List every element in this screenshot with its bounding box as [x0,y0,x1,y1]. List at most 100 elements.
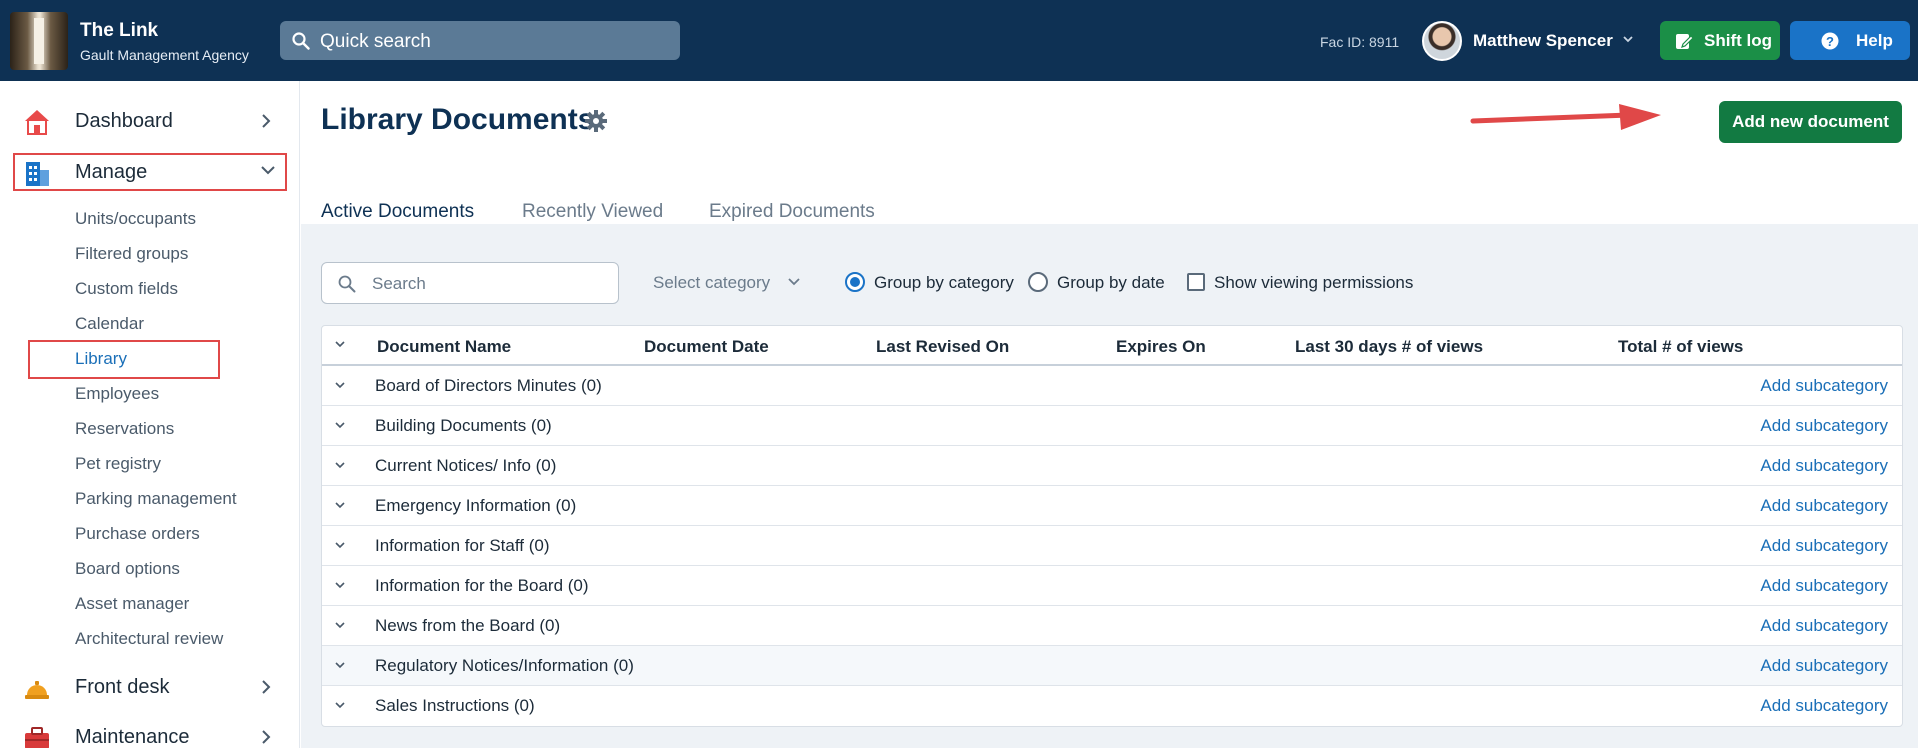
table-row[interactable]: Information for the Board (0) Add subcat… [322,566,1902,606]
add-new-document-button[interactable]: Add new document [1719,101,1902,143]
group-by-category-radio[interactable] [845,272,865,292]
category-name: Information for Staff (0) [375,536,550,555]
sidebar-item-label: Dashboard [75,110,173,132]
sidebar-subitem-pet-registry[interactable]: Pet registry [75,454,161,474]
sidebar-subitem-calendar[interactable]: Calendar [75,314,144,334]
chevron-down-icon[interactable] [334,621,346,631]
highlight-box-manage [13,153,287,191]
category-name: Current Notices/ Info (0) [375,456,557,475]
table-row[interactable]: Information for Staff (0) Add subcategor… [322,526,1902,566]
sidebar-item-label: Maintenance [75,726,190,748]
sidebar-subitem-custom-fields[interactable]: Custom fields [75,279,178,299]
category-select[interactable]: Select category [653,273,770,293]
search-icon [338,275,356,293]
add-subcategory-link[interactable]: Add subcategory [1760,496,1888,516]
sidebar-subitem-employees[interactable]: Employees [75,384,159,404]
chevron-down-icon[interactable] [334,581,346,591]
category-name: Regulatory Notices/Information (0) [375,656,634,675]
chevron-down-icon[interactable] [334,381,346,391]
table-row[interactable]: Building Documents (0) Add subcategory [322,406,1902,446]
group-by-date-label[interactable]: Group by date [1057,273,1165,293]
chevron-down-icon[interactable] [334,501,346,511]
sidebar-item-dashboard[interactable]: Dashboard [0,99,300,143]
sidebar-subitem-architectural-review[interactable]: Architectural review [75,629,223,649]
sidebar-subitem-asset-manager[interactable]: Asset manager [75,594,189,614]
chevron-down-icon[interactable] [334,661,346,671]
chevron-down-icon[interactable] [787,277,801,287]
category-name: Building Documents (0) [375,416,552,435]
facility-id: Fac ID: 8911 [1320,34,1400,50]
help-label: Help [1856,31,1893,50]
sidebar-subitem-purchase-orders[interactable]: Purchase orders [75,524,200,544]
shift-log-label: Shift log [1704,31,1772,50]
chevron-down-icon[interactable] [334,421,346,431]
table-row[interactable]: Regulatory Notices/Information (0) Add s… [322,646,1902,686]
chevron-right-icon [262,730,271,744]
group-by-date-radio[interactable] [1028,272,1048,292]
add-subcategory-link[interactable]: Add subcategory [1760,616,1888,636]
add-subcategory-link[interactable]: Add subcategory [1760,576,1888,596]
table-header: Document Name Document Date Last Revised… [322,326,1902,366]
show-permissions-label[interactable]: Show viewing permissions [1214,273,1413,293]
avatar[interactable] [1422,21,1462,61]
add-subcategory-link[interactable]: Add subcategory [1760,416,1888,436]
table-row[interactable]: Current Notices/ Info (0) Add subcategor… [322,446,1902,486]
column-header-total-views[interactable]: Total # of views [1618,337,1743,357]
chevron-down-icon[interactable] [334,461,346,471]
group-by-category-label[interactable]: Group by category [874,273,1014,293]
sidebar-subitem-filtered-groups[interactable]: Filtered groups [75,244,188,264]
column-header-last-revised[interactable]: Last Revised On [876,337,1009,357]
column-header-document-date[interactable]: Document Date [644,337,769,357]
documents-panel: Search Select category Group by category… [301,224,1918,748]
question-circle-icon: ? [1821,32,1839,50]
sidebar-subitem-parking-management[interactable]: Parking management [75,489,237,509]
notepad-edit-icon [1676,34,1694,49]
sidebar: Dashboard Manage Units/occupants Filtere… [0,81,300,748]
shift-log-button[interactable]: Shift log [1660,21,1780,60]
gear-icon[interactable] [585,110,607,132]
add-subcategory-link[interactable]: Add subcategory [1760,696,1888,716]
table-row[interactable]: News from the Board (0) Add subcategory [322,606,1902,646]
brand-subtitle: Gault Management Agency [80,47,249,63]
document-search-input[interactable]: Search [321,262,619,304]
add-subcategory-link[interactable]: Add subcategory [1760,656,1888,676]
sidebar-item-front-desk[interactable]: Front desk [0,665,300,709]
chevron-down-icon[interactable] [334,541,346,551]
sidebar-subitem-reservations[interactable]: Reservations [75,419,174,439]
quick-search-input[interactable]: Quick search [280,21,680,60]
chevron-right-icon [262,114,271,128]
category-name: Emergency Information (0) [375,496,577,515]
show-permissions-checkbox[interactable] [1187,273,1205,291]
column-header-last-30-days-views[interactable]: Last 30 days # of views [1295,337,1483,357]
service-bell-icon [25,681,49,699]
category-name: Sales Instructions (0) [375,696,535,715]
help-button[interactable]: ? Help [1790,21,1910,60]
annotation-arrow-icon [1470,104,1661,130]
quick-search-label: Quick search [320,31,431,52]
sidebar-item-label: Front desk [75,676,170,698]
sidebar-subitem-board-options[interactable]: Board options [75,559,180,579]
chevron-down-icon[interactable] [334,340,346,350]
brand-logo[interactable] [10,12,68,70]
column-header-expires-on[interactable]: Expires On [1116,337,1206,357]
top-bar: The Link Gault Management Agency Quick s… [0,0,1918,81]
category-name: News from the Board (0) [375,616,561,635]
search-icon [292,32,310,50]
user-name[interactable]: Matthew Spencer [1473,31,1613,51]
chevron-down-icon[interactable] [1622,34,1634,44]
table-row[interactable]: Sales Instructions (0) Add subcategory [322,686,1902,726]
table-row[interactable]: Board of Directors Minutes (0) Add subca… [322,366,1902,406]
add-subcategory-link[interactable]: Add subcategory [1760,536,1888,556]
add-subcategory-link[interactable]: Add subcategory [1760,456,1888,476]
brand-title: The Link [80,20,159,41]
category-name: Information for the Board (0) [375,576,589,595]
table-row[interactable]: Emergency Information (0) Add subcategor… [322,486,1902,526]
toolbox-icon [25,727,49,748]
category-name: Board of Directors Minutes (0) [375,376,602,395]
add-subcategory-link[interactable]: Add subcategory [1760,376,1888,396]
sidebar-item-maintenance[interactable]: Maintenance [0,715,300,748]
column-header-document-name[interactable]: Document Name [377,337,511,357]
chevron-right-icon [262,680,271,694]
chevron-down-icon[interactable] [334,701,346,711]
sidebar-subitem-units-occupants[interactable]: Units/occupants [75,209,196,229]
